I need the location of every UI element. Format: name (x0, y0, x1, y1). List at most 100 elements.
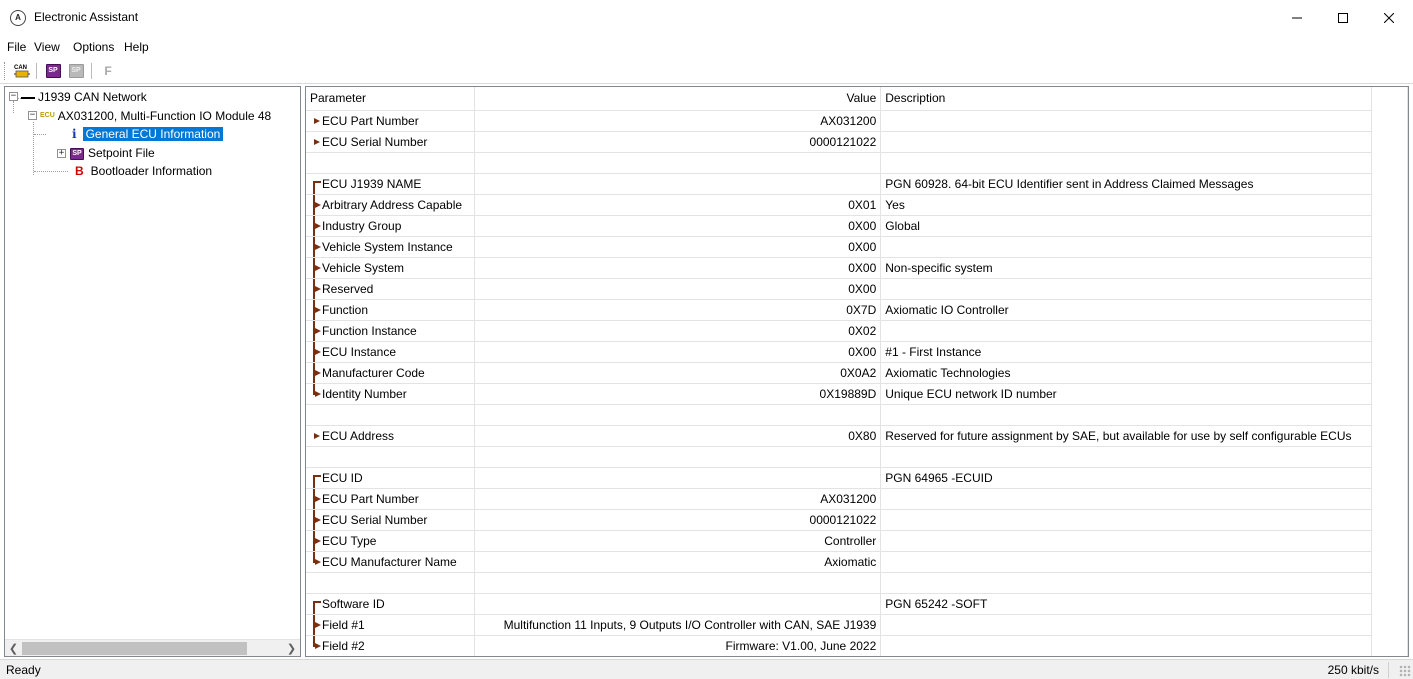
description-cell[interactable]: PGN 60928. 64-bit ECU Identifier sent in… (880, 173, 1373, 195)
parameter-cell[interactable]: Industry Group (306, 215, 476, 237)
can-network-button[interactable]: CAN (12, 61, 32, 81)
parameter-cell[interactable]: Identity Number (306, 383, 476, 405)
table-row[interactable]: Arbitrary Address Capable 0X01 Yes (306, 194, 1408, 216)
value-cell[interactable]: 0X00 (474, 236, 882, 258)
parameter-cell[interactable] (306, 446, 476, 468)
table-row[interactable]: Vehicle System Instance 0X00 (306, 236, 1408, 258)
save-setpoint-button[interactable]: SP (66, 61, 86, 81)
description-cell[interactable] (880, 236, 1373, 258)
table-row[interactable] (306, 404, 1408, 426)
description-cell[interactable] (880, 131, 1373, 153)
table-row[interactable]: ECU ID PGN 64965 -ECUID (306, 467, 1408, 489)
description-cell[interactable] (880, 488, 1373, 510)
menu-help[interactable]: Help (124, 40, 149, 54)
parameter-cell[interactable] (306, 404, 476, 426)
table-row[interactable]: ECU Address 0X80 Reserved for future assig… (306, 425, 1408, 447)
parameter-cell[interactable]: Field #1 (306, 614, 476, 636)
parameter-cell[interactable]: ECU ID (306, 467, 476, 489)
description-cell[interactable] (880, 278, 1373, 300)
scroll-left-icon[interactable]: ❮ (5, 640, 22, 656)
value-cell[interactable] (474, 593, 882, 615)
table-row[interactable]: Function Instance 0X02 (306, 320, 1408, 342)
open-setpoint-button[interactable]: SP (43, 61, 63, 81)
value-cell[interactable] (474, 446, 882, 468)
table-row[interactable]: Function 0X7D Axiomatic IO Controller (306, 299, 1408, 321)
description-cell[interactable] (880, 509, 1373, 531)
description-cell[interactable] (880, 635, 1373, 656)
table-row[interactable]: Manufacturer Code 0X0A2 Axiomatic Technolo… (306, 362, 1408, 384)
description-cell[interactable]: Yes (880, 194, 1373, 216)
parameter-cell[interactable]: ECU Serial Number (306, 131, 476, 153)
parameter-cell[interactable]: ECU Part Number (306, 110, 476, 132)
parameter-cell[interactable]: ECU Part Number (306, 488, 476, 510)
description-cell[interactable]: Reserved for future assignment by SAE, b… (880, 425, 1373, 447)
description-cell[interactable] (880, 320, 1373, 342)
table-row[interactable]: ECU Instance 0X00 #1 - First Instance (306, 341, 1408, 363)
value-cell[interactable]: 0X80 (474, 425, 882, 447)
table-row[interactable]: Vehicle System 0X00 Non-specific system (306, 257, 1408, 279)
parameter-cell[interactable] (306, 152, 476, 174)
expander-network[interactable]: − (9, 92, 18, 101)
tree-item-ecu[interactable]: ECU AX031200, Multi-Function IO Module 48 (40, 107, 271, 125)
parameter-cell[interactable]: Field #2 (306, 635, 476, 656)
value-cell[interactable]: 0X02 (474, 320, 882, 342)
table-row[interactable] (306, 152, 1408, 174)
value-cell[interactable]: Multifunction 11 Inputs, 9 Outputs I/O C… (474, 614, 882, 636)
toolbar-grip[interactable] (4, 62, 7, 80)
parameter-cell[interactable]: ECU Serial Number (306, 509, 476, 531)
tree-horizontal-scrollbar[interactable]: ❮ ❯ (5, 639, 300, 656)
expander-ecu[interactable]: − (28, 111, 37, 120)
table-row[interactable]: Industry Group 0X00 Global (306, 215, 1408, 237)
menu-view[interactable]: View (34, 40, 60, 54)
value-cell[interactable]: AX031200 (474, 110, 882, 132)
description-cell[interactable]: Axiomatic IO Controller (880, 299, 1373, 321)
value-cell[interactable]: AX031200 (474, 488, 882, 510)
table-row[interactable]: Software ID PGN 65242 -SOFT (306, 593, 1408, 615)
column-header-value[interactable]: Value (474, 87, 882, 111)
value-cell[interactable]: 0X00 (474, 257, 882, 279)
value-cell[interactable] (474, 572, 882, 594)
value-cell[interactable]: 0X19889D (474, 383, 882, 405)
table-row[interactable]: Reserved 0X00 (306, 278, 1408, 300)
parameter-cell[interactable]: Function Instance (306, 320, 476, 342)
value-cell[interactable]: 0X00 (474, 341, 882, 363)
table-row[interactable]: ECU Manufacturer Name Axiomatic (306, 551, 1408, 573)
flash-button[interactable]: F (98, 61, 118, 81)
table-row[interactable]: ECU Type Controller (306, 530, 1408, 552)
description-cell[interactable]: Axiomatic Technologies (880, 362, 1373, 384)
scrollbar-thumb[interactable] (22, 642, 247, 655)
table-row[interactable] (306, 572, 1408, 594)
value-cell[interactable]: 0000121022 (474, 131, 882, 153)
parameter-cell[interactable]: ECU Instance (306, 341, 476, 363)
description-cell[interactable] (880, 551, 1373, 573)
parameter-cell[interactable]: ECU Address (306, 425, 476, 447)
parameter-cell[interactable]: ECU Type (306, 530, 476, 552)
parameter-cell[interactable]: Manufacturer Code (306, 362, 476, 384)
value-cell[interactable]: 0X01 (474, 194, 882, 216)
tree-item-network[interactable]: J1939 CAN Network (21, 88, 147, 106)
description-cell[interactable] (880, 614, 1373, 636)
table-row[interactable]: Field #2 Firmware: V1.00, June 2022 (306, 635, 1408, 656)
value-cell[interactable]: Axiomatic (474, 551, 882, 573)
description-cell[interactable] (880, 446, 1373, 468)
value-cell[interactable]: Controller (474, 530, 882, 552)
description-cell[interactable] (880, 404, 1373, 426)
value-cell[interactable] (474, 152, 882, 174)
value-cell[interactable] (474, 173, 882, 195)
close-button[interactable] (1366, 0, 1412, 36)
parameter-cell[interactable] (306, 572, 476, 594)
parameter-cell[interactable]: Reserved (306, 278, 476, 300)
table-row[interactable]: ECU J1939 NAME PGN 60928. 64-bit ECU Iden… (306, 173, 1408, 195)
resize-grip-icon[interactable] (1399, 665, 1411, 677)
column-header-description[interactable]: Description (880, 87, 1373, 111)
navigation-tree[interactable]: − J1939 CAN Network − ECU AX031200, Multi… (4, 86, 301, 657)
parameter-cell[interactable]: ECU Manufacturer Name (306, 551, 476, 573)
value-cell[interactable] (474, 404, 882, 426)
parameter-cell[interactable]: Software ID (306, 593, 476, 615)
table-row[interactable]: ECU Serial Number 0000121022 (306, 131, 1408, 153)
description-cell[interactable] (880, 572, 1373, 594)
parameter-cell[interactable]: Vehicle System (306, 257, 476, 279)
table-row[interactable] (306, 446, 1408, 468)
scroll-right-icon[interactable]: ❯ (283, 640, 300, 656)
value-cell[interactable]: 0X00 (474, 215, 882, 237)
